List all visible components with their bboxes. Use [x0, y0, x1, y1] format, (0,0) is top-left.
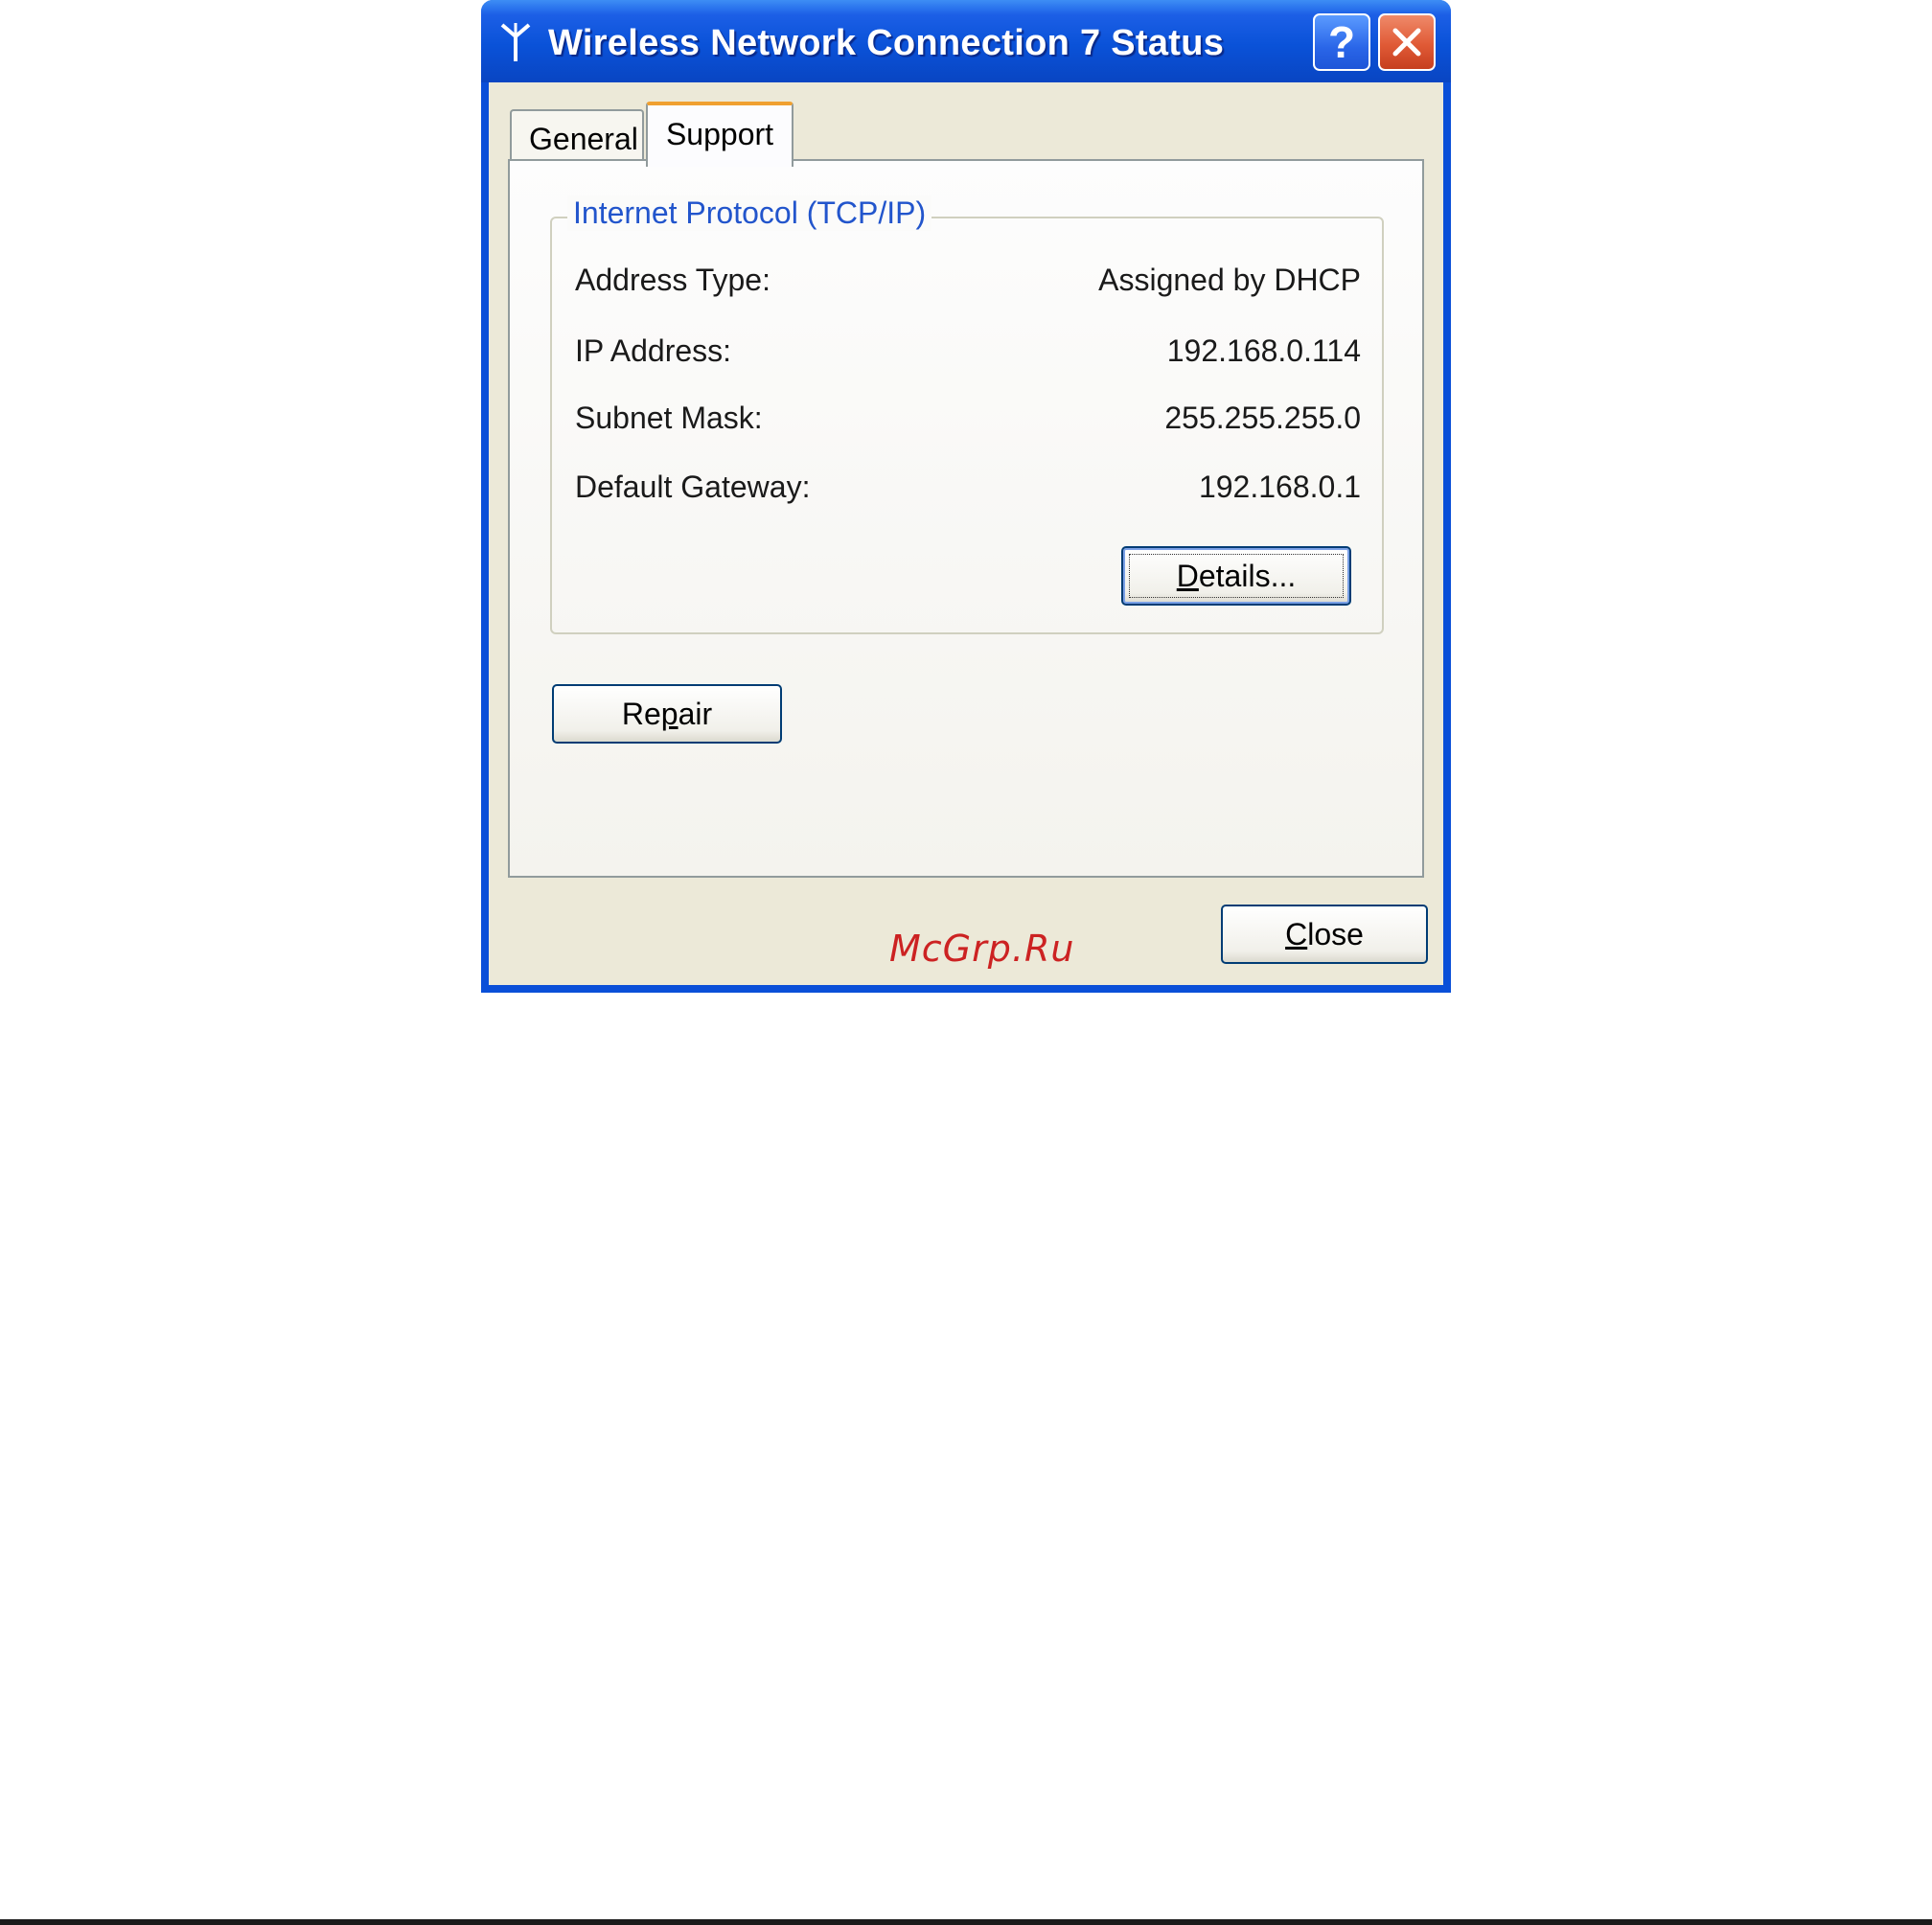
ip-address-row: IP Address: 192.168.0.114	[575, 333, 1361, 376]
repair-label-pre: Re	[621, 697, 661, 731]
repair-button[interactable]: Repair	[552, 684, 782, 744]
address-type-value: Assigned by DHCP	[1098, 263, 1361, 297]
default-gateway-value: 192.168.0.1	[1198, 470, 1361, 504]
subnet-mask-value: 255.255.255.0	[1164, 401, 1361, 435]
address-type-row: Address Type: Assigned by DHCP	[575, 263, 1361, 305]
wireless-antenna-icon	[500, 23, 531, 61]
help-button[interactable]: ?	[1313, 13, 1370, 71]
close-mnemonic: C	[1285, 917, 1308, 951]
ip-address-value: 192.168.0.114	[1166, 333, 1361, 368]
window-title: Wireless Network Connection 7 Status	[548, 23, 1225, 63]
close-button[interactable]: Close	[1221, 905, 1428, 964]
default-gateway-label: Default Gateway:	[575, 470, 811, 504]
close-label-rest: lose	[1307, 917, 1364, 951]
focus-rectangle	[1129, 554, 1344, 598]
close-icon	[1392, 28, 1421, 57]
ip-address-label: IP Address:	[575, 333, 732, 368]
repair-mnemonic: p	[660, 697, 678, 731]
address-type-label: Address Type:	[575, 263, 770, 297]
close-window-button[interactable]	[1378, 13, 1436, 71]
tcpip-groupbox: Internet Protocol (TCP/IP) Address Type:…	[550, 195, 1384, 634]
group-legend: Internet Protocol (TCP/IP)	[567, 195, 932, 231]
bottom-rule	[0, 1919, 1932, 1925]
watermark-text: McGrp.Ru	[889, 928, 1075, 970]
details-button[interactable]: Details...	[1121, 546, 1351, 606]
tab-general[interactable]: General	[510, 109, 644, 165]
dialog-client-area: General Support Internet Protocol (TCP/I…	[489, 82, 1443, 985]
subnet-mask-label: Subnet Mask:	[575, 401, 763, 435]
tab-panel-support: Internet Protocol (TCP/IP) Address Type:…	[508, 159, 1424, 878]
help-icon: ?	[1327, 17, 1356, 67]
title-bar[interactable]: Wireless Network Connection 7 Status ?	[481, 0, 1451, 82]
tab-support[interactable]: Support	[646, 102, 794, 167]
repair-label-post: air	[678, 697, 713, 731]
default-gateway-row: Default Gateway: 192.168.0.1	[575, 470, 1361, 512]
subnet-mask-row: Subnet Mask: 255.255.255.0	[575, 401, 1361, 443]
status-dialog: Wireless Network Connection 7 Status ? G…	[481, 0, 1451, 993]
